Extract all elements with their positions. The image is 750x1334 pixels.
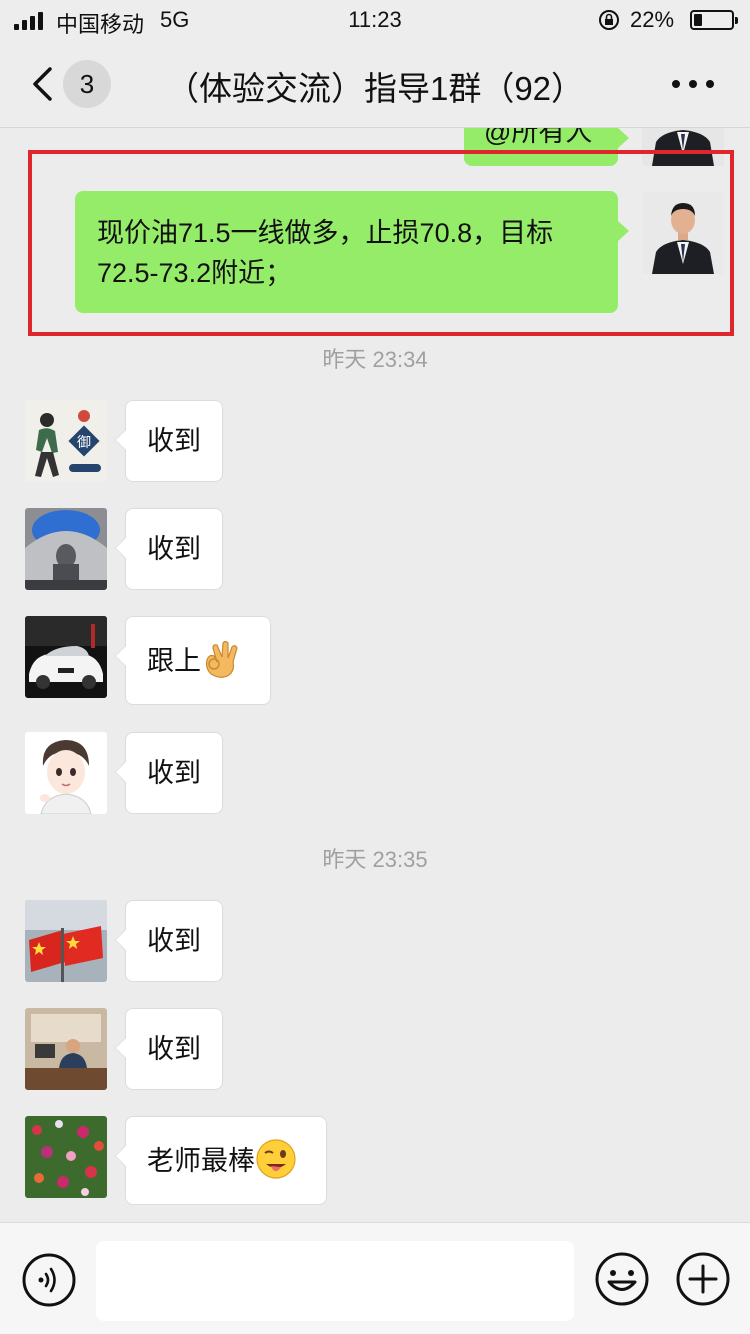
back-chevron-icon[interactable] [30, 66, 54, 102]
sports-car-avatar-icon [25, 616, 107, 698]
incoming-message[interactable]: 收到 [115, 900, 223, 982]
incoming-message[interactable]: 老师最棒 [115, 1116, 327, 1205]
plus-more-icon[interactable] [675, 1251, 731, 1307]
incoming-message[interactable]: 跟上 [115, 616, 271, 705]
message-list[interactable]: @所有人 现价油71.5一线做多，止损70.8，目标72.5-73.2附近； 昨… [0, 128, 750, 1220]
cartoon-boy-avatar-icon [25, 732, 107, 814]
ok-hand-emoji-icon [205, 640, 238, 678]
emoji-picker-icon[interactable] [594, 1251, 650, 1307]
man-at-desk-avatar-icon [25, 1008, 107, 1090]
voice-input-icon[interactable] [22, 1253, 76, 1307]
message-input[interactable] [96, 1241, 574, 1321]
message-timestamp: 昨天 23:34 [322, 347, 428, 372]
member-avatar[interactable] [25, 616, 107, 698]
message-text: 收到 [147, 926, 201, 956]
message-text: 收到 [147, 758, 201, 788]
message-text: 跟上 [147, 646, 201, 676]
message-text: 收到 [147, 426, 201, 456]
svg-text:御: 御 [77, 435, 91, 451]
message-text: 老师最棒 [147, 1146, 255, 1176]
battery-icon [690, 10, 738, 30]
member-avatar[interactable] [25, 1008, 107, 1090]
member-avatar[interactable] [25, 508, 107, 590]
china-flags-avatar-icon [25, 900, 107, 982]
message-text: 现价油71.5一线做多，止损70.8，目标72.5-73.2附近； [97, 218, 554, 288]
sender-avatar-self[interactable] [642, 192, 724, 274]
incoming-message[interactable]: 收到 [115, 1008, 223, 1090]
member-avatar[interactable] [25, 1116, 107, 1198]
sportswear-figure-avatar-icon: 御 [25, 400, 107, 482]
message-text: 收到 [147, 1034, 201, 1064]
member-avatar[interactable] [25, 900, 107, 982]
message-text: 收到 [147, 534, 201, 564]
battery-percent: 22% [630, 7, 675, 32]
winking-tongue-emoji-icon [256, 1139, 296, 1179]
unread-count-badge[interactable]: 3 [63, 60, 111, 108]
incoming-message[interactable]: 收到 [115, 732, 223, 814]
member-avatar[interactable]: 御 [25, 400, 107, 482]
outgoing-message-highlighted[interactable]: 现价油71.5一线做多，止损70.8，目标72.5-73.2附近； [75, 191, 629, 313]
status-bar: 中国移动 5G 11:23 22% [0, 0, 750, 40]
message-composer [0, 1222, 750, 1334]
member-avatar[interactable] [25, 732, 107, 814]
rotation-lock-icon [599, 10, 619, 30]
flowers-avatar-icon [25, 1116, 107, 1198]
incoming-message[interactable]: 收到 [115, 400, 223, 482]
chat-title: （体验交流）指导1群（92） [165, 70, 585, 107]
chat-header: 3 （体验交流）指导1群（92） [0, 40, 750, 128]
businessman-avatar-icon [642, 192, 724, 274]
message-timestamp: 昨天 23:35 [322, 847, 428, 872]
more-options-icon[interactable] [672, 80, 716, 90]
incoming-message[interactable]: 收到 [115, 508, 223, 590]
buddha-statue-avatar-icon [25, 508, 107, 590]
message-text: @所有人 [484, 128, 593, 147]
